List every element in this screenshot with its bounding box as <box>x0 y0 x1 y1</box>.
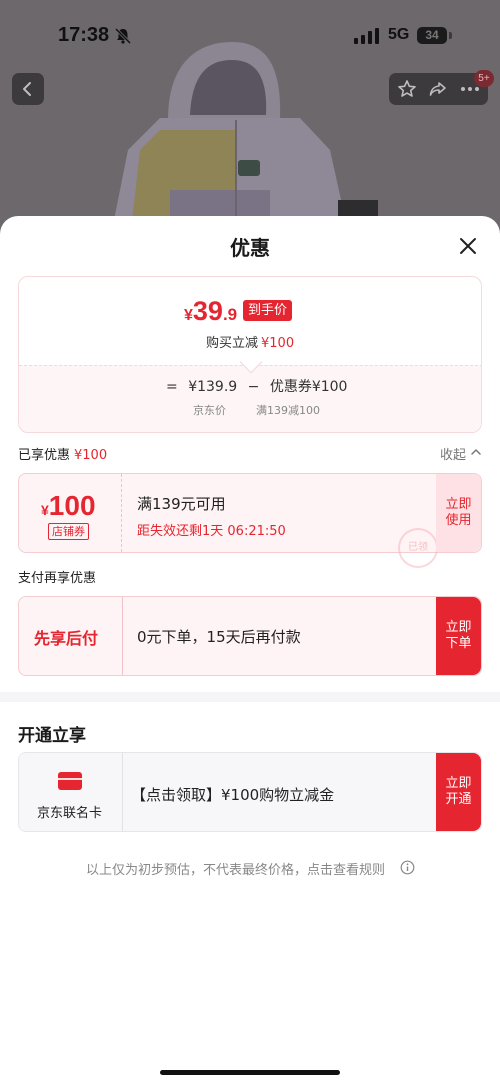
final-price: ¥39.9 <box>184 296 237 327</box>
claimed-stamp: 已领 <box>398 528 438 568</box>
open-card-button[interactable]: 立即开通 <box>436 753 481 831</box>
rules-disclaimer-link[interactable]: 以上仅为初步预估，不代表最终价格，点击查看规则 <box>86 859 385 878</box>
signal-icon <box>354 28 379 44</box>
use-coupon-button[interactable]: 立即使用 <box>436 474 481 552</box>
instant-cut-label: 购买立减 <box>206 336 259 351</box>
chevron-left-icon <box>23 82 31 96</box>
open-section-title: 开通立享 <box>18 726 86 746</box>
collapse-button[interactable]: 收起 <box>440 444 466 463</box>
credit-card-icon <box>58 772 82 790</box>
coupon-condition: 满139元可用 <box>137 495 226 513</box>
pay-later-description: 0元下单，15天后再付款 <box>137 628 301 646</box>
enjoyed-discount: 已享优惠 ¥100 <box>18 444 107 463</box>
pay-section-label: 支付再享优惠 <box>18 571 97 586</box>
pay-later-name: 先享后付 <box>34 629 99 648</box>
instant-cut: 购买立减 ¥100 <box>206 332 294 351</box>
share-icon[interactable] <box>428 79 448 99</box>
enjoyed-label: 已享优惠 <box>18 448 71 463</box>
mute-bell-icon <box>114 27 132 45</box>
home-indicator <box>160 1070 340 1075</box>
final-price-yen: ¥ <box>184 307 193 324</box>
final-price-decimal: .9 <box>222 305 238 324</box>
status-bar: 17:38 5G 34 <box>0 22 500 54</box>
info-icon[interactable] <box>400 860 415 875</box>
coupon-value: 100 <box>48 490 96 521</box>
jd-price-label: 京东价 <box>193 404 226 417</box>
formula-jd-price: ¥139.9 <box>188 379 238 395</box>
network-type: 5G <box>388 26 410 43</box>
final-price-tag: 到手价 <box>243 300 293 321</box>
order-now-button[interactable]: 立即下单 <box>436 597 481 675</box>
price-formula: = ¥139.9 − 优惠券¥100 <box>166 376 353 396</box>
chevron-up-icon[interactable] <box>470 447 482 457</box>
back-button[interactable] <box>12 73 44 105</box>
cobrand-card-description: 【点击领取】¥100购物立减金 <box>131 786 335 804</box>
status-time: 17:38 <box>58 24 110 46</box>
close-icon[interactable] <box>456 234 480 258</box>
instant-cut-amount: ¥100 <box>261 336 295 351</box>
coupon-amount: ¥100 <box>41 490 96 522</box>
cobrand-card-name: 京东联名卡 <box>37 806 103 821</box>
cart-count-badge: 5+ <box>474 70 494 87</box>
background-product-page: 17:38 5G 34 5+ <box>0 0 500 240</box>
coupon-countdown: 距失效还剩1天 06:21:50 <box>137 524 286 539</box>
battery-tip <box>449 32 452 39</box>
star-icon[interactable] <box>397 79 417 99</box>
battery-icon: 34 <box>417 27 447 44</box>
formula-coupon: 优惠券¥100 <box>269 379 348 395</box>
final-price-integer: 39 <box>192 296 223 326</box>
formula-equals: = <box>166 379 178 395</box>
coupon-yen: ¥ <box>41 502 49 518</box>
section-divider <box>0 692 500 702</box>
coupon-rule-label: 满139减100 <box>256 404 320 417</box>
coupon-type-badge: 店铺券 <box>48 523 89 540</box>
sheet-title: 优惠 <box>230 236 270 260</box>
enjoyed-amount: ¥100 <box>74 448 108 463</box>
formula-minus: − <box>247 379 260 395</box>
